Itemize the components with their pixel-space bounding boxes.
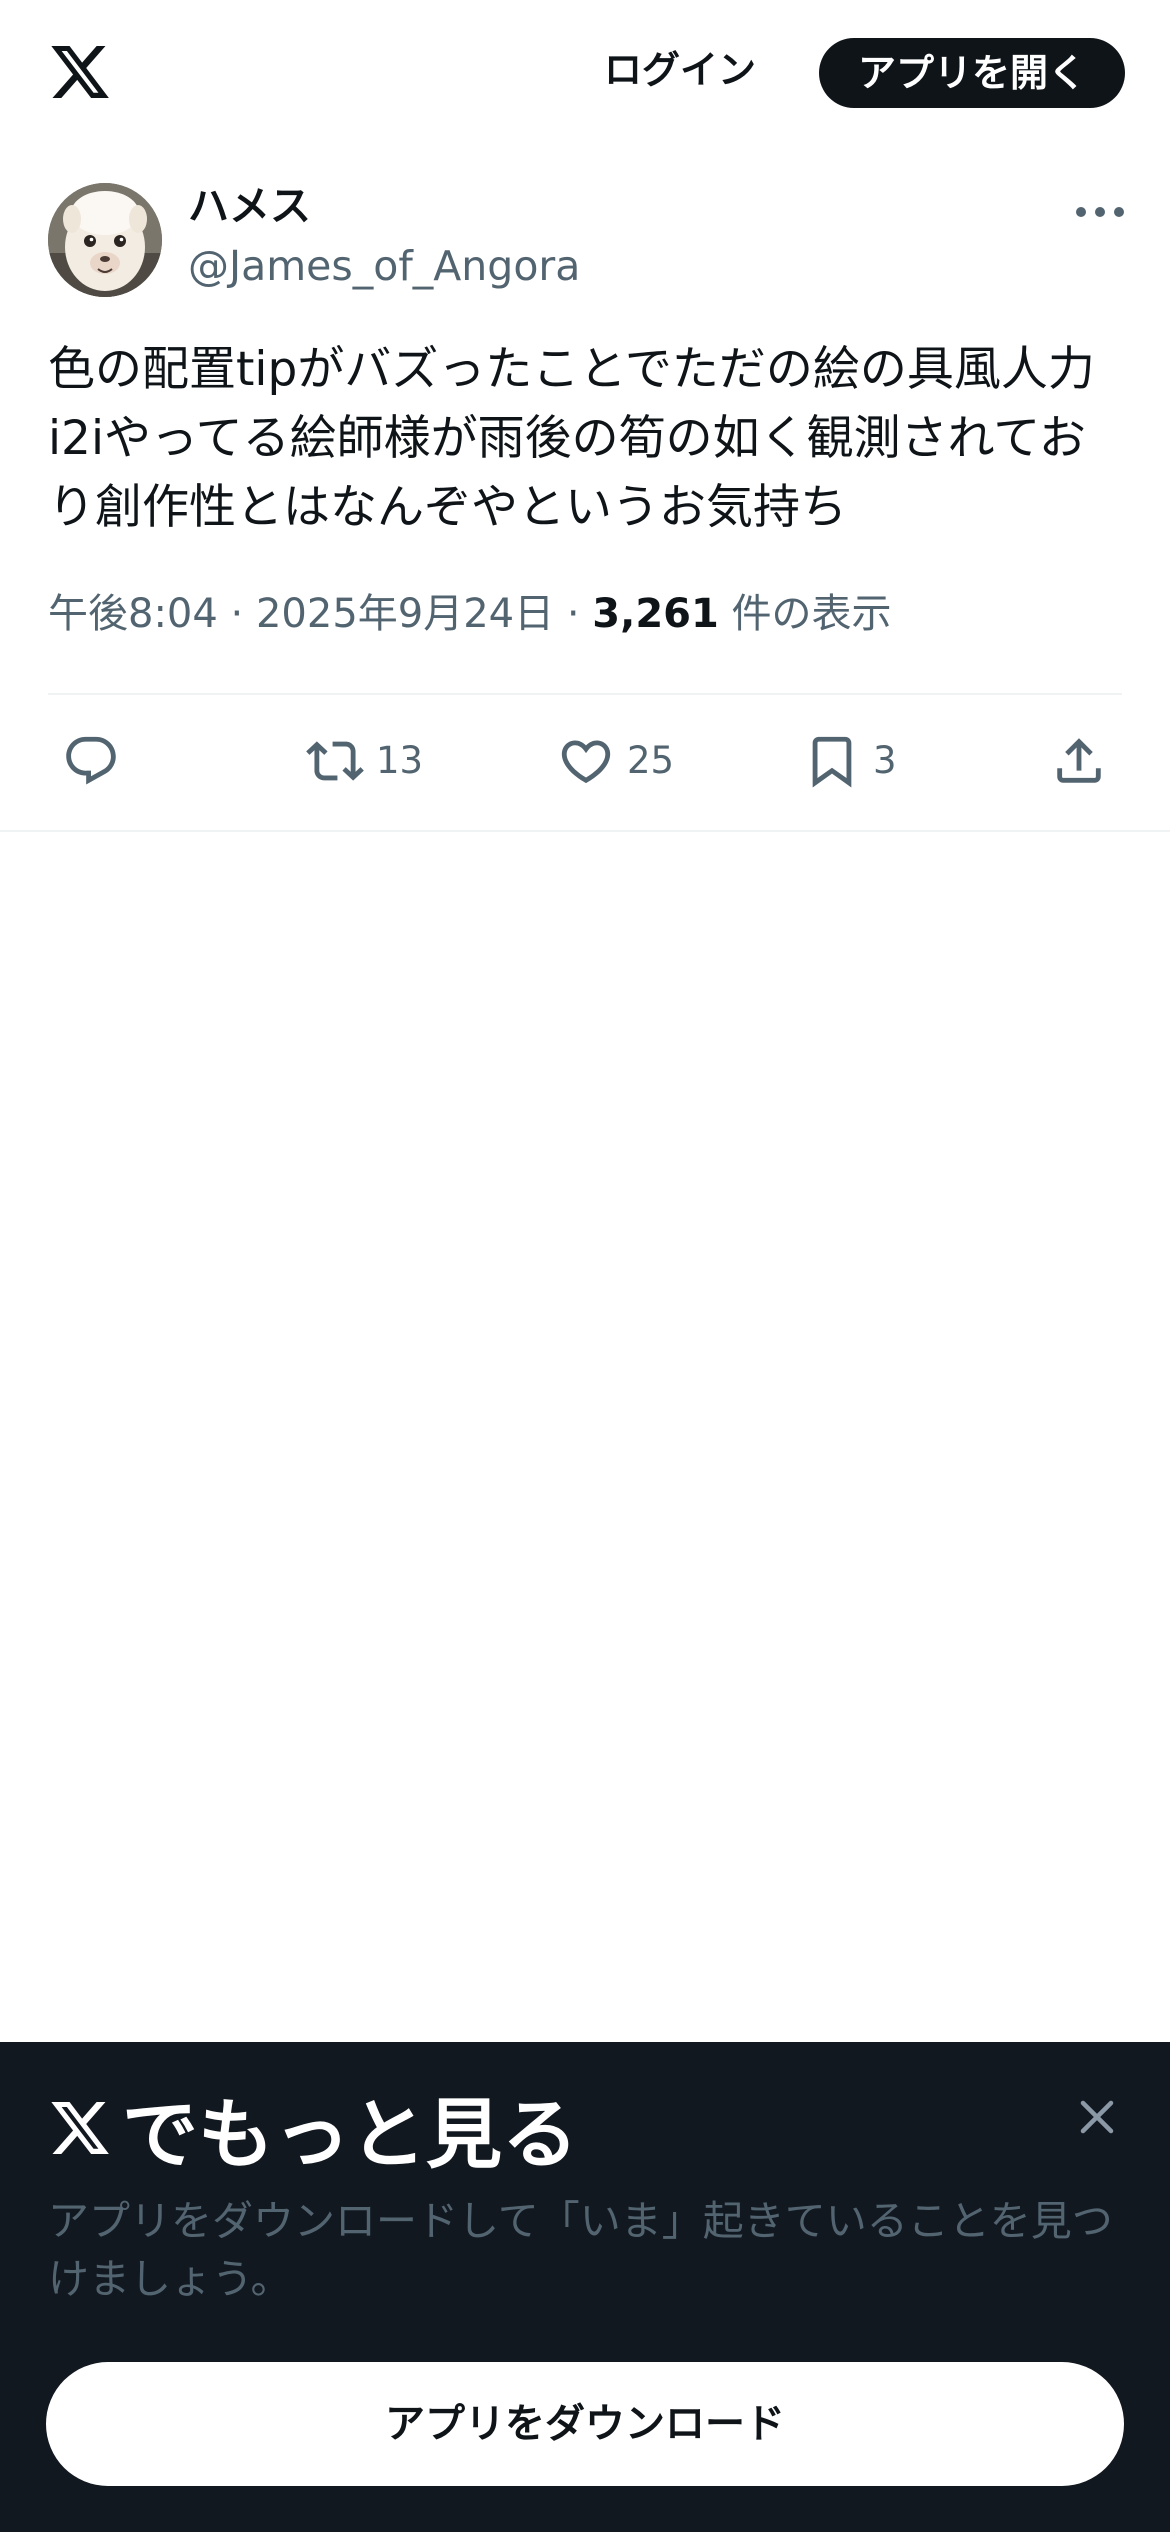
open-app-button[interactable]: アプリを開く: [819, 38, 1125, 108]
share-icon: [1057, 738, 1101, 783]
avatar[interactable]: [48, 183, 162, 297]
views-count: 3,261: [592, 591, 719, 637]
x-logo-icon[interactable]: [48, 40, 112, 104]
divider: [48, 693, 1122, 695]
tweet-time[interactable]: 午後8:04: [48, 591, 218, 637]
promo-title-text: でもっと見る: [122, 2090, 578, 2179]
bookmark-button[interactable]: 3: [803, 728, 897, 794]
retweet-icon: [306, 741, 364, 781]
retweet-button[interactable]: 13: [306, 728, 423, 794]
tweet-text: 色の配置tipがバズったことでただの絵の具風人力 i2iやってる絵師様が雨後の筍…: [48, 342, 1095, 535]
bookmark-icon: [812, 736, 852, 788]
meta-separator: ·: [566, 591, 580, 637]
promo-title: でもっと見る: [48, 2078, 578, 2179]
tweet-date[interactable]: 2025年9月24日: [256, 591, 554, 637]
tweet-meta: 午後8:04 · 2025年9月24日 · 3,261 件の表示: [48, 584, 892, 644]
divider: [0, 830, 1170, 832]
like-button[interactable]: 25: [557, 728, 674, 794]
promo-description: アプリをダウンロードして「いま」起きていることを見つけましょう。: [48, 2197, 1113, 2303]
close-icon[interactable]: [1068, 2088, 1126, 2146]
more-options-icon[interactable]: [1070, 190, 1130, 234]
x-logo-icon: [51, 2102, 109, 2154]
download-app-button[interactable]: アプリをダウンロード: [46, 2362, 1124, 2486]
reply-button[interactable]: [62, 728, 120, 794]
author-display-name[interactable]: ハメス: [188, 178, 311, 234]
heart-icon: [561, 740, 611, 784]
top-bar: ログイン アプリを開く: [0, 0, 1170, 145]
reply-icon: [66, 736, 116, 785]
share-button[interactable]: [1050, 728, 1108, 794]
alpaca-avatar-image: [48, 183, 162, 297]
retweet-count: 13: [376, 739, 424, 782]
author-handle[interactable]: @James_of_Angora: [188, 238, 580, 294]
like-count: 25: [627, 739, 675, 782]
login-link[interactable]: ログイン: [590, 38, 770, 102]
meta-separator: ·: [230, 591, 244, 637]
views-label: 件の表示: [731, 591, 892, 637]
bookmark-count: 3: [873, 739, 897, 782]
